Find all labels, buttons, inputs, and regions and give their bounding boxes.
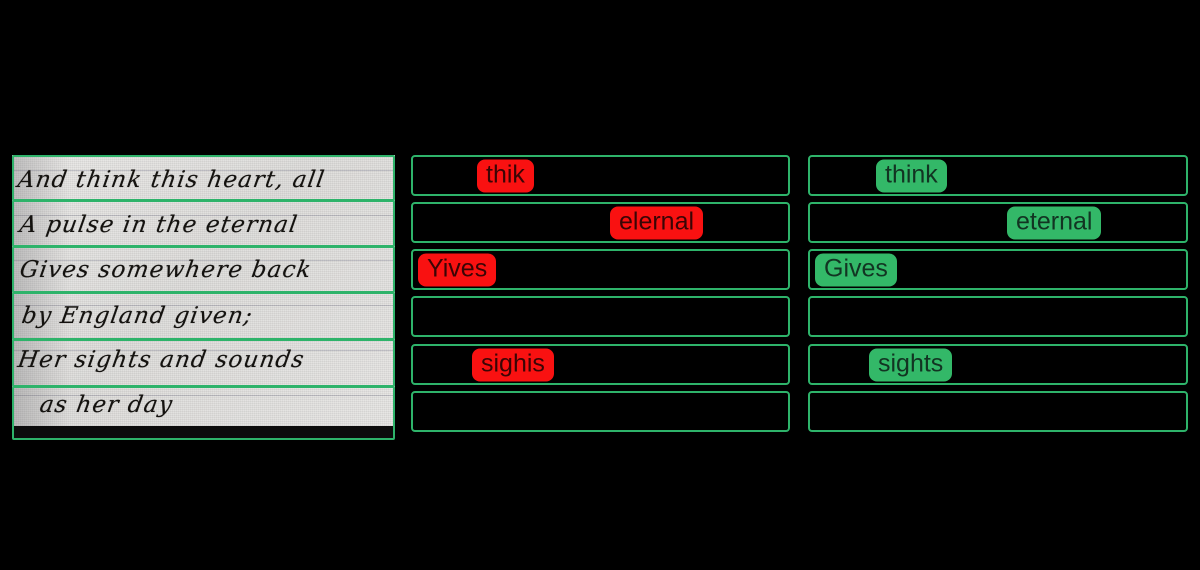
prediction-row-1[interactable]: thik xyxy=(411,155,790,196)
prediction-row-6[interactable] xyxy=(411,391,790,432)
handwriting-line-3: Gives somewhere back xyxy=(17,257,314,283)
screenshot-canvas: And think this heart, all A pulse in the… xyxy=(0,0,1200,570)
prediction-row-5[interactable]: sighis xyxy=(411,344,790,385)
handwriting-line-2: A pulse in the eternal xyxy=(17,212,300,238)
handwriting-line-6: as her day xyxy=(37,392,176,418)
groundtruth-row-5[interactable]: sights xyxy=(808,344,1188,385)
prediction-word-1[interactable]: thik xyxy=(477,159,534,192)
groundtruth-row-4[interactable] xyxy=(808,296,1188,337)
prediction-word-3[interactable]: Yives xyxy=(418,253,497,286)
groundtruth-row-6[interactable] xyxy=(808,391,1188,432)
handwriting-line-1: And think this heart, all xyxy=(15,167,327,193)
groundtruth-row-1[interactable]: think xyxy=(808,155,1188,196)
prediction-word-2[interactable]: elernal xyxy=(610,206,704,239)
paper-bottom-bar xyxy=(12,426,395,440)
groundtruth-row-2[interactable]: eternal xyxy=(808,202,1188,243)
prediction-row-3[interactable]: Yives xyxy=(411,249,790,290)
handwriting-sample-panel: And think this heart, all A pulse in the… xyxy=(12,155,395,440)
prediction-row-4[interactable] xyxy=(411,296,790,337)
groundtruth-word-5[interactable]: sights xyxy=(869,348,953,381)
handwriting-line-4: by England given; xyxy=(19,303,255,329)
groundtruth-word-1[interactable]: think xyxy=(876,159,947,192)
handwriting-paper: And think this heart, all A pulse in the… xyxy=(12,155,395,440)
prediction-row-2[interactable]: elernal xyxy=(411,202,790,243)
prediction-word-5[interactable]: sighis xyxy=(472,348,554,381)
groundtruth-word-2[interactable]: eternal xyxy=(1007,206,1102,239)
groundtruth-word-3[interactable]: Gives xyxy=(815,253,897,286)
handwriting-line-5: Her sights and sounds xyxy=(15,347,307,373)
groundtruth-row-3[interactable]: Gives xyxy=(808,249,1188,290)
